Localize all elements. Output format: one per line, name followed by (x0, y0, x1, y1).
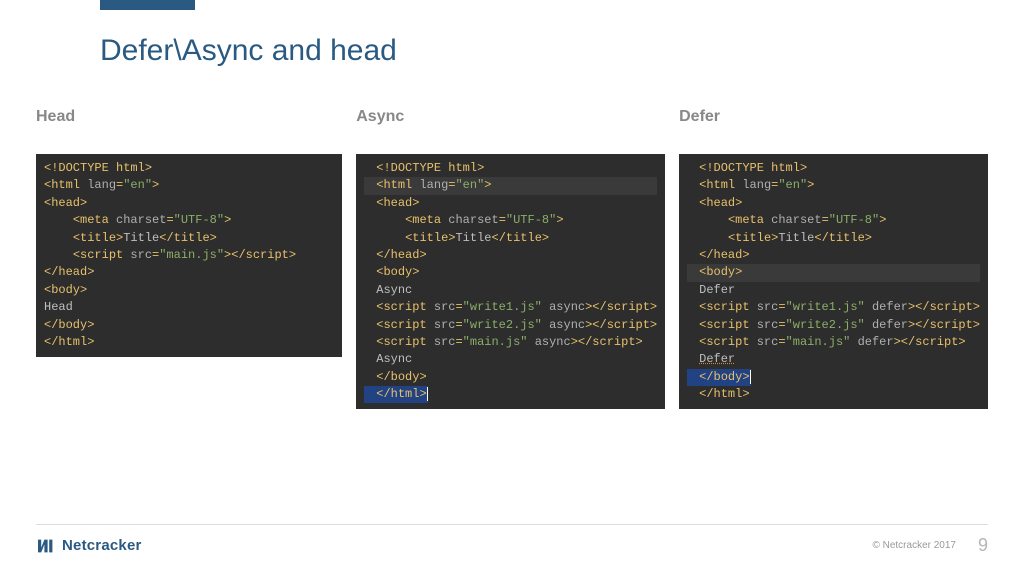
footer-right: © Netcracker 2017 9 (872, 535, 988, 556)
footer: Netcracker © Netcracker 2017 9 (36, 524, 988, 556)
code-block-async: <!DOCTYPE html> <html lang="en"> <head> … (356, 154, 665, 409)
netcracker-icon (36, 538, 56, 554)
code-columns: Head <!DOCTYPE html> <html lang="en"> <h… (36, 108, 988, 409)
slide-page: Defer\Async and head Head <!DOCTYPE html… (0, 0, 1024, 574)
column-defer-label: Defer (679, 108, 988, 126)
column-head: Head <!DOCTYPE html> <html lang="en"> <h… (36, 108, 342, 409)
column-head-label: Head (36, 108, 342, 126)
brand-logo: Netcracker (36, 537, 142, 554)
column-async-label: Async (356, 108, 665, 126)
copyright: © Netcracker 2017 (872, 540, 956, 551)
column-defer: Defer <!DOCTYPE html> <html lang="en"> <… (679, 108, 988, 409)
code-block-defer: <!DOCTYPE html> <html lang="en"> <head> … (679, 154, 988, 409)
column-async: Async <!DOCTYPE html> <html lang="en"> <… (356, 108, 665, 409)
slide-title: Defer\Async and head (100, 34, 397, 68)
brand-name: Netcracker (62, 537, 142, 554)
accent-tab (100, 0, 195, 10)
code-block-head: <!DOCTYPE html> <html lang="en"> <head> … (36, 154, 342, 357)
page-number: 9 (978, 535, 988, 556)
